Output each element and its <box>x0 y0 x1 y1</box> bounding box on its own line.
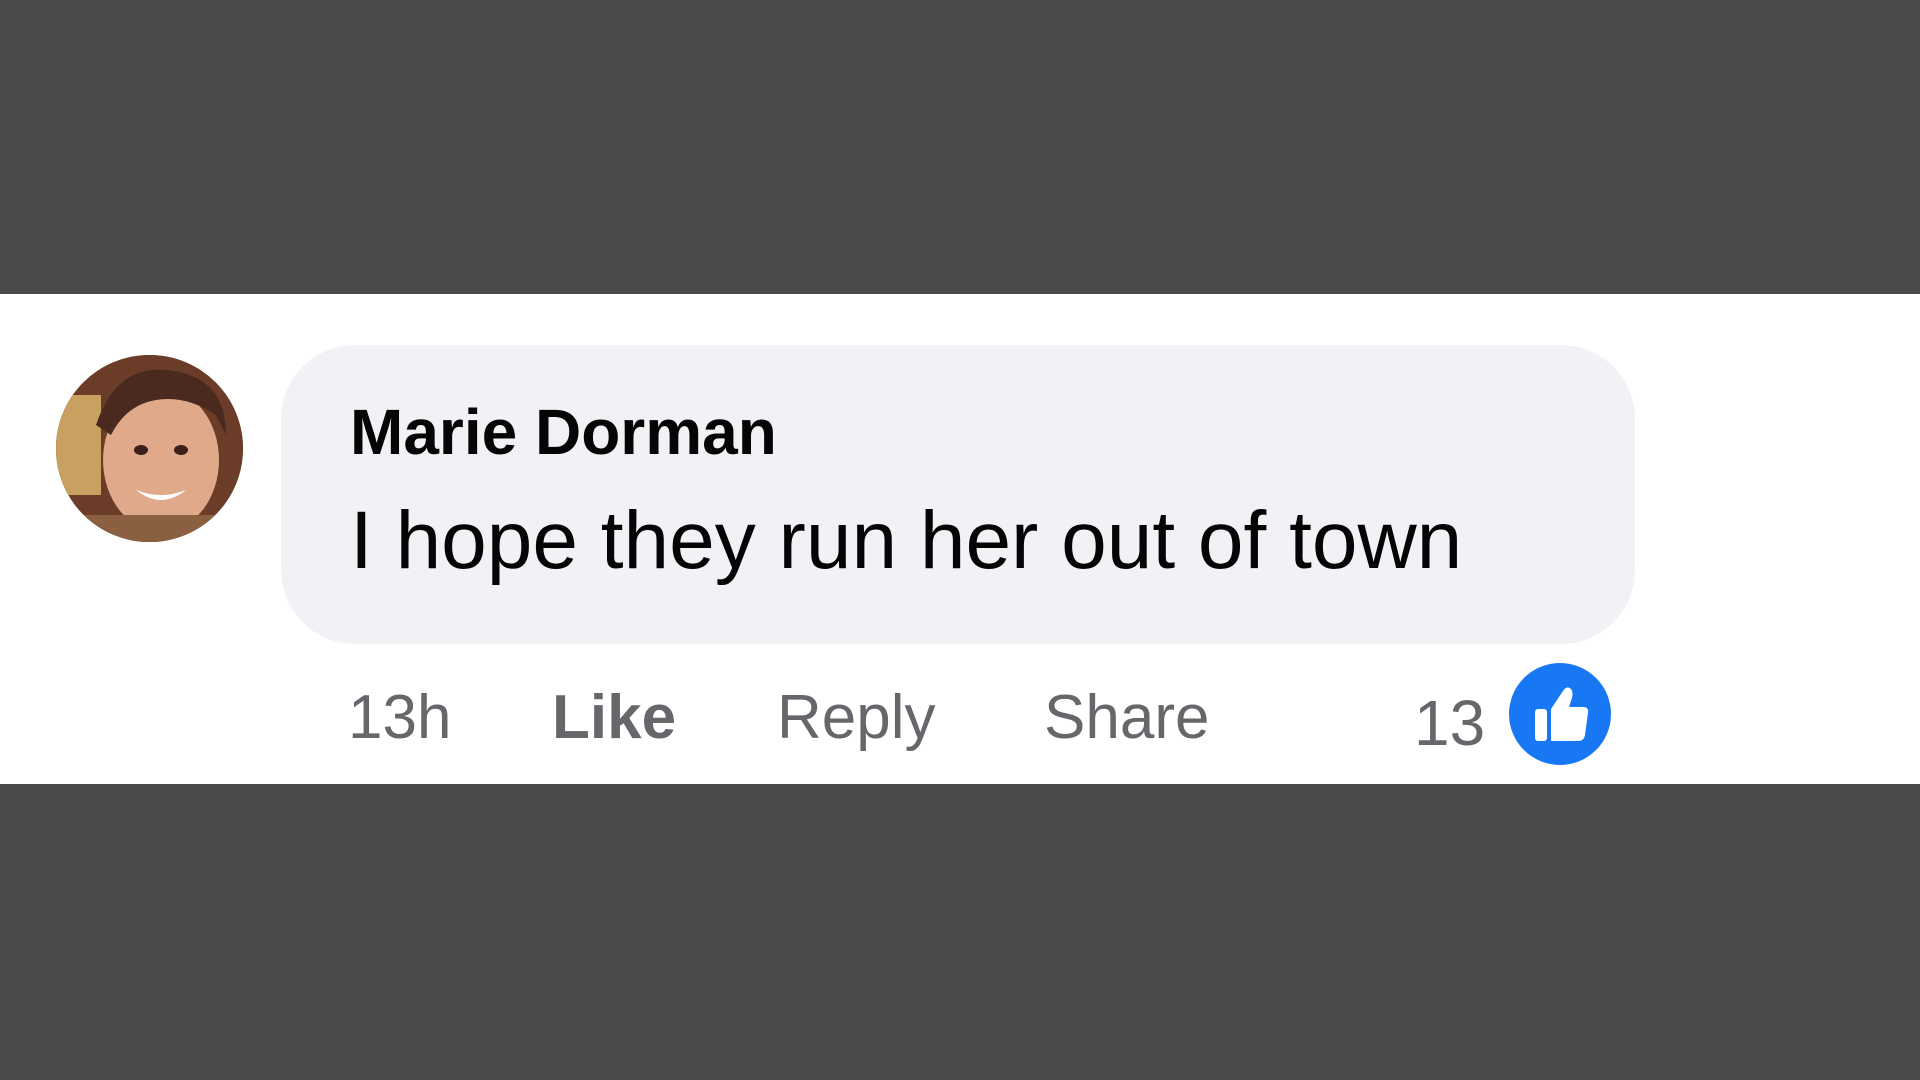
thumbs-up-icon[interactable] <box>1509 663 1611 765</box>
avatar[interactable] <box>56 355 243 542</box>
share-button[interactable]: Share <box>1044 683 1209 753</box>
reply-button[interactable]: Reply <box>777 683 936 753</box>
like-button[interactable]: Like <box>552 683 676 753</box>
comment-text: I hope they run her out of town <box>350 495 1463 586</box>
reaction-count[interactable]: 13 <box>1414 688 1485 758</box>
screenshot-stage: Marie Dorman I hope they run her out of … <box>0 0 1920 1080</box>
comment-timestamp[interactable]: 13h <box>348 683 451 753</box>
comment-author[interactable]: Marie Dorman <box>350 400 777 464</box>
